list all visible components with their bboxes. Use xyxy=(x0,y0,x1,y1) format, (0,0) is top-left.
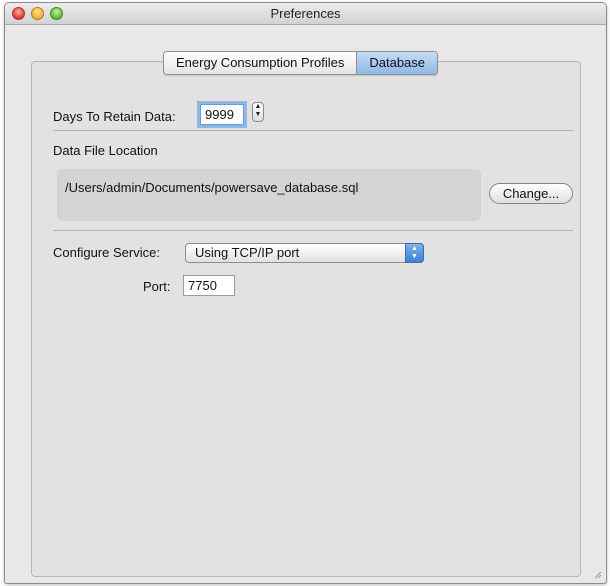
data-file-path-text: /Users/admin/Documents/powersave_databas… xyxy=(65,180,359,195)
window-title: Preferences xyxy=(270,6,341,21)
tab-energy-consumption-profiles[interactable]: Energy Consumption Profiles xyxy=(164,52,357,74)
tab-content-panel xyxy=(31,61,581,577)
configure-service-popup[interactable]: Using TCP/IP port ▲ ▼ xyxy=(185,243,424,263)
stepper-down-icon[interactable]: ▼ xyxy=(255,111,262,118)
days-to-retain-field[interactable]: 9999 xyxy=(200,104,244,125)
port-field[interactable]: 7750 xyxy=(183,275,235,296)
port-label: Port: xyxy=(143,279,171,294)
configure-service-value: Using TCP/IP port xyxy=(195,245,300,260)
preferences-window: Preferences Energy Consumption Profiles … xyxy=(4,2,607,584)
separator-top xyxy=(53,130,573,131)
data-file-location-label: Data File Location xyxy=(53,143,158,158)
tab-database[interactable]: Database xyxy=(356,52,438,74)
data-file-path: /Users/admin/Documents/powersave_databas… xyxy=(57,169,481,221)
title-bar[interactable]: Preferences xyxy=(5,3,606,25)
separator-bottom xyxy=(53,230,573,231)
stepper-up-icon[interactable]: ▲ xyxy=(255,103,262,110)
days-stepper[interactable]: ▲ ▼ xyxy=(252,102,264,122)
resize-grip-icon[interactable] xyxy=(592,569,602,579)
days-to-retain-label: Days To Retain Data: xyxy=(53,109,176,124)
configure-service-label: Configure Service: xyxy=(53,245,160,260)
change-button[interactable]: Change... xyxy=(489,183,573,204)
popup-arrows-icon: ▲ ▼ xyxy=(405,243,424,263)
tab-bar: Energy Consumption Profiles Database xyxy=(163,51,439,75)
